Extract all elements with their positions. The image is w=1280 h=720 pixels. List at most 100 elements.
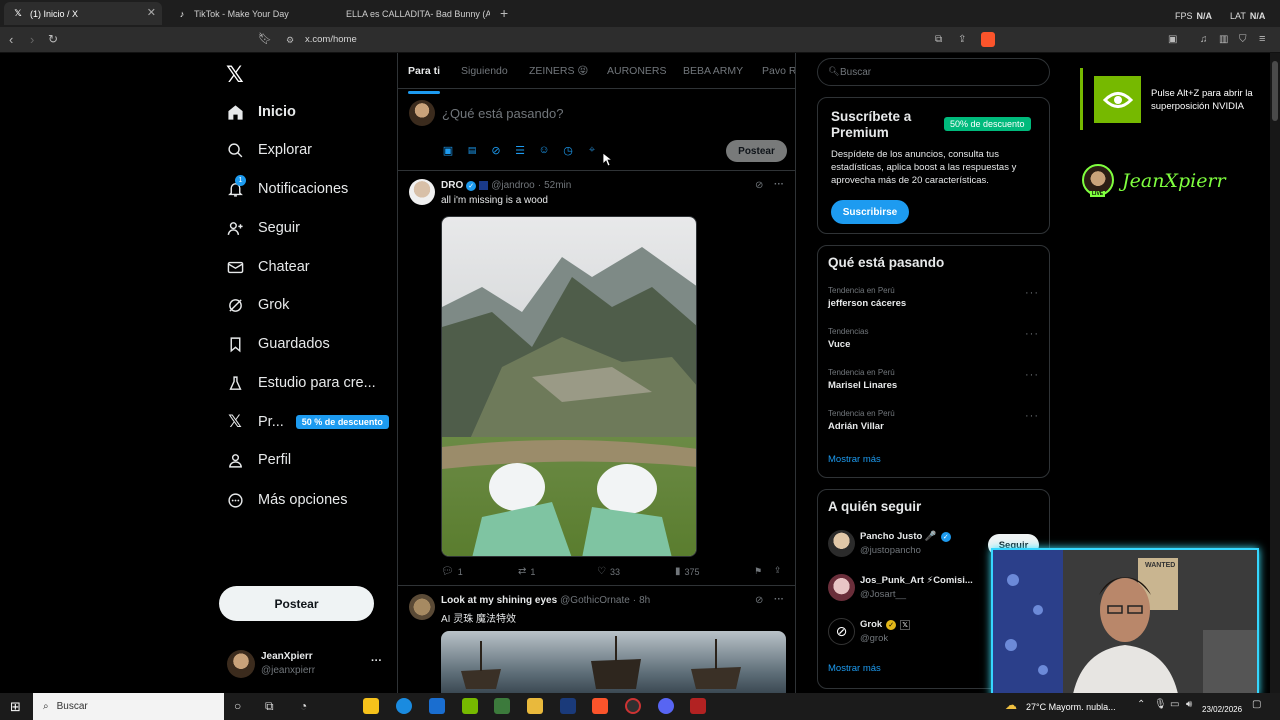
tweet-author-name[interactable]: DRO [441, 180, 463, 191]
reload-icon[interactable]: ↻ [48, 32, 58, 46]
tweet-more-icon[interactable]: ··· [774, 594, 784, 605]
address-bar[interactable]: x.com/home [305, 34, 357, 45]
weather-text[interactable]: 27°C Mayorm. nubla... [1026, 702, 1116, 712]
back-icon[interactable]: ‹ [9, 32, 13, 47]
dota-icon[interactable] [690, 698, 706, 714]
x-logo-icon[interactable]: 𝕏 [226, 62, 244, 88]
copilot-icon[interactable]: ◔ [300, 699, 307, 713]
trend-more-icon[interactable]: ··· [1025, 410, 1039, 422]
nav-item-explorar[interactable]: Explorar [226, 135, 312, 165]
tweet-time[interactable]: 52min [544, 180, 571, 191]
page-scrollbar[interactable] [1270, 53, 1280, 693]
repost-button[interactable]: ⇄ 1 [518, 566, 535, 577]
task-view-icon[interactable]: ⧉ [265, 699, 274, 714]
follow-name[interactable]: Grok [860, 619, 882, 630]
tweet-avatar[interactable] [409, 179, 435, 205]
tab-beba-army[interactable]: BEBA ARMY [683, 65, 743, 77]
follow-name[interactable]: Pancho Justo 🎤 [860, 531, 937, 542]
grok-compose-icon[interactable]: ⊘ [490, 144, 502, 157]
taskbar-search[interactable]: ⌕ Buscar [33, 693, 224, 720]
tweet-author-name[interactable]: Look at my shining eyes [441, 595, 557, 606]
trend-more-icon[interactable]: ··· [1025, 328, 1039, 340]
nav-item-notificaciones[interactable]: 1 Notificaciones [226, 174, 348, 204]
tweet-time[interactable]: 8h [639, 595, 650, 606]
scrollbar-thumb[interactable] [1272, 61, 1278, 121]
nav-item-mas-opciones[interactable]: Más opciones [226, 485, 347, 515]
nav-item-seguir[interactable]: Seguir [226, 213, 300, 243]
trend-more-icon[interactable]: ··· [1025, 287, 1039, 299]
tray-chevron-icon[interactable]: ⌃ [1137, 699, 1145, 710]
network-icon[interactable]: ▭ [1170, 699, 1179, 710]
store-icon[interactable] [363, 698, 379, 714]
mail-app-icon[interactable] [429, 698, 445, 714]
reply-button[interactable]: 💬︎ 1 [441, 566, 463, 577]
obs-icon[interactable] [625, 698, 641, 714]
nav-item-inicio[interactable]: Inicio [226, 97, 296, 127]
follow-show-more-link[interactable]: Mostrar más [828, 663, 881, 674]
emoji-icon[interactable]: ☺ [538, 144, 550, 156]
notification-center-icon[interactable]: ▢ [1252, 699, 1261, 710]
composer-post-button[interactable]: Postear [726, 140, 787, 162]
taskbar-date[interactable]: 23/02/2026 [1202, 705, 1242, 714]
tweet-handle[interactable]: @jandroo [491, 180, 535, 191]
composer-input[interactable]: ¿Qué está pasando? [442, 106, 563, 121]
grok-explain-icon[interactable]: ⊘ [755, 595, 763, 606]
vpn-shield-icon[interactable]: ⛉ [1239, 34, 1247, 45]
poll-icon[interactable]: ☰ [514, 144, 526, 157]
nav-item-perfil[interactable]: Perfil [226, 445, 291, 475]
tab-siguiendo[interactable]: Siguiendo [461, 65, 508, 77]
nav-item-guardados[interactable]: Guardados [226, 329, 330, 359]
bookmark-page-icon[interactable]: 🔖︎ [258, 32, 272, 45]
like-button[interactable]: ♡ 33 [597, 566, 620, 577]
tab-x-home[interactable]: 𝕏 (1) Inicio / X ✕ [4, 2, 162, 25]
post-button[interactable]: Postear [219, 586, 374, 621]
mic-icon[interactable]: 🎙︎ [1154, 699, 1167, 710]
trend-more-icon[interactable]: ··· [1025, 369, 1039, 381]
image-icon[interactable]: ▣ [442, 144, 454, 157]
account-avatar[interactable] [227, 650, 255, 678]
grok-avatar-icon[interactable]: ⊘ [828, 618, 855, 645]
tweet-handle[interactable]: @GothicOrnate [560, 595, 630, 606]
trends-show-more-link[interactable]: Mostrar más [828, 454, 881, 465]
forward-icon[interactable]: › [30, 32, 34, 47]
new-tab-button[interactable]: + [500, 5, 508, 21]
nav-item-premium[interactable]: 𝕏 Pr... 50 % de descuento [226, 407, 389, 437]
share-icon[interactable]: ⇪ [958, 34, 966, 45]
open-external-icon[interactable]: ⧉ [935, 34, 942, 45]
panel-icon[interactable]: ▥ [1219, 34, 1228, 45]
location-icon[interactable]: ⌖ [586, 144, 598, 156]
brave-icon[interactable] [592, 698, 608, 714]
tab-para-ti[interactable]: Para ti [408, 65, 440, 77]
tab-zeiners[interactable]: ZEINERS 😝 [529, 65, 588, 77]
nav-item-grok[interactable]: Grok [226, 290, 289, 320]
account-menu-icon[interactable]: ··· [371, 655, 382, 667]
account-name[interactable]: JeanXpierr [261, 651, 313, 662]
edge-icon[interactable] [396, 698, 412, 714]
windows-start-icon[interactable]: ⊞ [10, 699, 21, 715]
grok-explain-icon[interactable]: ⊘ [755, 180, 763, 191]
menu-icon[interactable]: ≡ [1259, 33, 1265, 45]
tab-auroners[interactable]: AURONERS [607, 65, 667, 77]
discord-icon[interactable] [658, 698, 674, 714]
nav-item-chatear[interactable]: Chatear [226, 252, 310, 282]
tweet-media[interactable] [441, 631, 786, 693]
media-icon[interactable]: ♫ [1200, 34, 1208, 45]
tab-pavo-ra[interactable]: Pavo Ra [762, 65, 795, 77]
tweet-avatar[interactable] [409, 594, 435, 620]
cortana-icon[interactable]: ○ [234, 699, 241, 713]
views-button[interactable]: ▮ 375 [675, 566, 700, 577]
share-tweet-icon[interactable]: ⇪ [774, 565, 782, 576]
tweet-more-icon[interactable]: ··· [774, 179, 784, 190]
tab-youtube[interactable]: ELLA es CALLADITA- Bad Bunny (Aud [332, 2, 490, 25]
tweet-image[interactable] [441, 216, 697, 557]
subscribe-button[interactable]: Suscribirse [831, 200, 909, 224]
nvidia-app-icon[interactable] [462, 698, 478, 714]
follow-name[interactable]: Jos_Punk_Art ⚡Comisi... [860, 575, 973, 586]
close-icon[interactable]: ✕ [147, 6, 156, 19]
sidebar-toggle-icon[interactable]: ▣ [1168, 34, 1177, 45]
follow-avatar[interactable] [828, 530, 855, 557]
brave-shield-icon[interactable] [981, 32, 995, 47]
volume-icon[interactable]: 🔊︎ [1186, 699, 1192, 710]
gif-icon[interactable]: ▤ [466, 144, 478, 156]
schedule-icon[interactable]: ◷ [562, 144, 574, 157]
